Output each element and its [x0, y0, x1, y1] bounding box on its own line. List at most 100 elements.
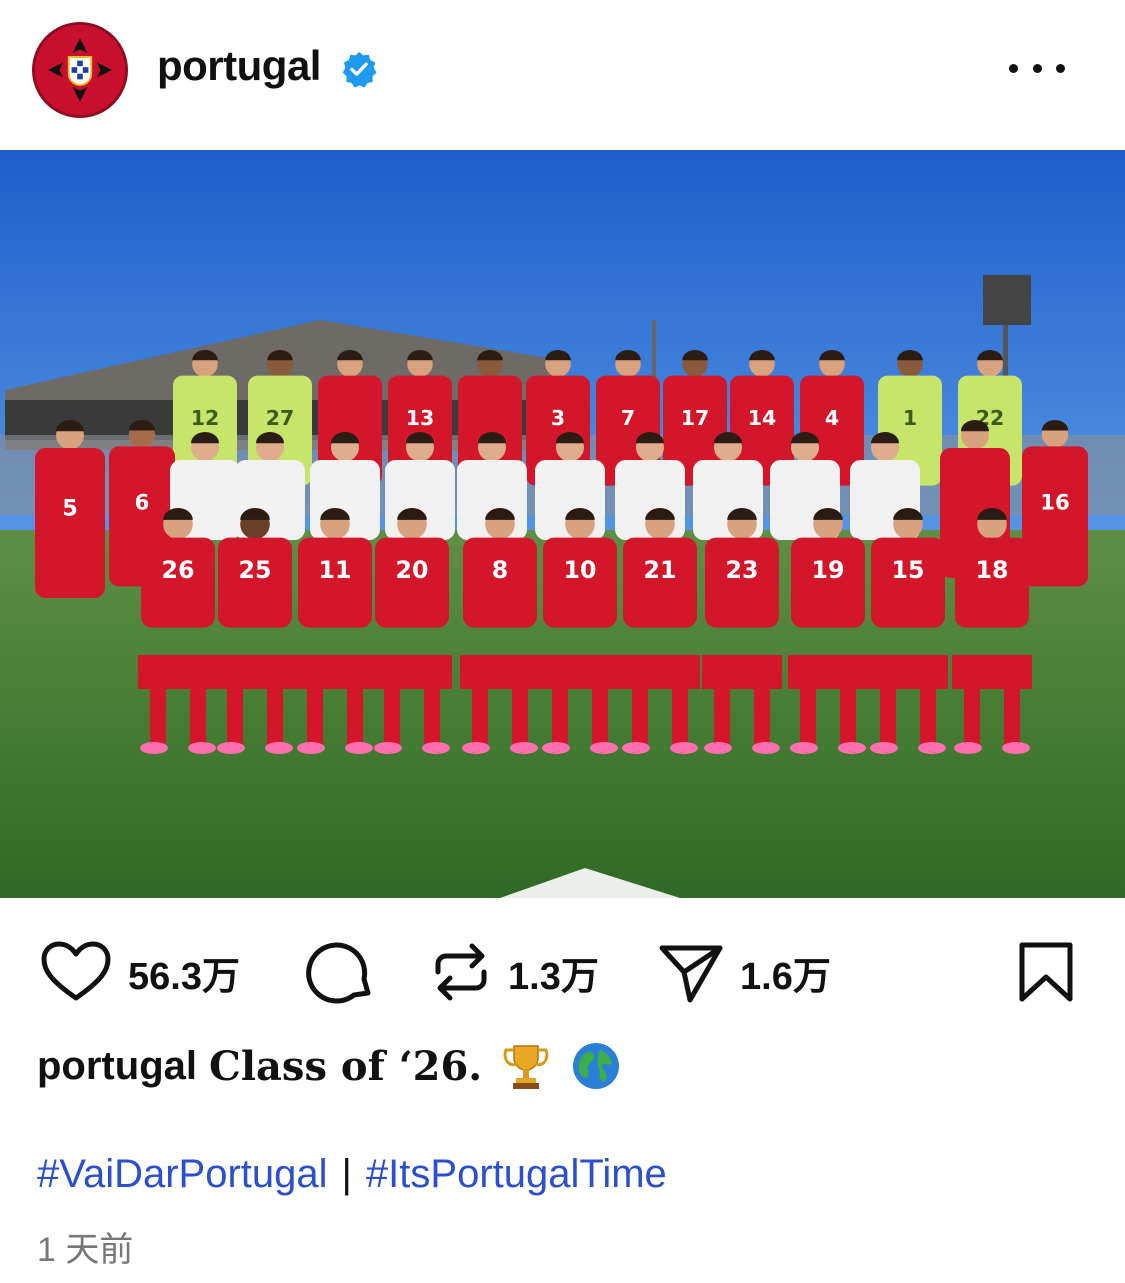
portugal-federation-crest-icon	[35, 25, 125, 115]
player-sock	[150, 670, 166, 745]
jersey-number: 21	[644, 556, 677, 584]
player-sock	[227, 670, 243, 745]
account-avatar[interactable]	[32, 22, 128, 118]
instagram-post: portugal 12 27 13 3 7 17 14 4 1 22 5 6 1…	[0, 0, 1125, 1283]
jersey-number: 13	[406, 406, 434, 430]
jersey-number: 3	[551, 406, 565, 430]
player-boot	[670, 742, 698, 754]
player-boot	[217, 742, 245, 754]
caption-text: Class of ‘26.	[208, 1042, 483, 1090]
player-sock	[472, 670, 488, 745]
player-sock	[347, 670, 363, 745]
player-sock	[632, 670, 648, 745]
player-sock	[800, 670, 816, 745]
send-icon	[659, 945, 723, 1003]
player-boot	[345, 742, 373, 754]
player-sock	[754, 670, 770, 745]
jersey-number: 1	[903, 406, 917, 430]
player-sock	[512, 670, 528, 745]
share-count: 1.6万	[740, 955, 831, 998]
verified-badge-icon	[342, 51, 377, 88]
player-sock	[880, 670, 896, 745]
team-players: 12 27 13 3 7 17 14 4 1 225 6 1626 25 11 20 8 10 21 23 19 15 1…	[35, 350, 1088, 754]
more-options-button[interactable]	[1009, 54, 1065, 82]
bookmark-icon	[1019, 942, 1073, 1002]
jersey-number: 8	[492, 556, 508, 584]
action-bar: 56.3万 1.3万 1.6万	[0, 930, 1125, 1014]
caption-username[interactable]: portugal	[37, 1044, 197, 1089]
jersey-number: 15	[892, 556, 925, 584]
jersey-number: 26	[162, 556, 195, 584]
player-shirt	[1022, 446, 1088, 587]
player-sock	[424, 670, 440, 745]
player-boot	[462, 742, 490, 754]
player-boot	[188, 742, 216, 754]
like-button[interactable]: 56.3万	[40, 930, 240, 1014]
jersey-number: 18	[976, 556, 1009, 584]
player-boot	[590, 742, 618, 754]
player-boot	[422, 742, 450, 754]
jersey-number: 25	[239, 556, 272, 584]
jersey-number: 12	[191, 406, 219, 430]
player-boot	[265, 742, 293, 754]
repost-button[interactable]: 1.3万	[430, 930, 599, 1014]
globe-icon	[573, 1043, 620, 1089]
player-sock	[552, 670, 568, 745]
player-sock	[190, 670, 206, 745]
player-sock	[714, 670, 730, 745]
post-timestamp: 1 天前	[37, 1231, 134, 1269]
post-caption: portugal Class of ‘26.	[37, 1040, 622, 1092]
jersey-number: 7	[621, 406, 635, 430]
save-button[interactable]	[1016, 930, 1076, 1014]
jersey-number: 6	[135, 489, 150, 514]
post-photo[interactable]: 12 27 13 3 7 17 14 4 1 22 5 6 16 26 25 11 20 8 10 21 23 19 15 1…	[0, 150, 1125, 898]
jersey-number: 27	[266, 406, 294, 430]
player-boot	[140, 742, 168, 754]
hashtag-separator: |	[341, 1152, 352, 1196]
like-count: 56.3万	[128, 955, 240, 998]
comment-bubble-icon	[306, 942, 371, 1004]
jersey-number: 11	[319, 556, 352, 584]
repost-icon	[435, 943, 487, 1001]
player-boot	[752, 742, 780, 754]
account-username[interactable]: portugal	[157, 42, 321, 90]
player-boot	[838, 742, 866, 754]
jersey-number: 17	[681, 406, 709, 430]
more-dot-icon	[1056, 63, 1065, 73]
player-sock	[1004, 670, 1020, 745]
jersey-number: 16	[1040, 489, 1069, 514]
player-boot	[790, 742, 818, 754]
player-boot	[622, 742, 650, 754]
player-shirt	[35, 448, 105, 598]
player-boot	[1002, 742, 1030, 754]
player-sock	[307, 670, 323, 745]
player-boot	[870, 742, 898, 754]
trophy-icon	[503, 1045, 549, 1089]
hashtag-link[interactable]: #VaiDarPortugal	[37, 1152, 328, 1197]
heart-icon	[41, 941, 111, 1001]
player-boot	[918, 742, 946, 754]
player-sock	[672, 670, 688, 745]
player-sock	[840, 670, 856, 745]
repost-count: 1.3万	[508, 955, 599, 998]
player-boot	[954, 742, 982, 754]
player-boot	[542, 742, 570, 754]
team-photo-illustration: 12 27 13 3 7 17 14 4 1 225 6 1626 25 11 20 8 10 21 23 19 15 1…	[0, 150, 1125, 898]
hashtag-link[interactable]: #ItsPortugalTime	[366, 1152, 667, 1197]
post-hashtags: #VaiDarPortugal | #ItsPortugalTime	[37, 1152, 667, 1197]
player-sock	[920, 670, 936, 745]
jersey-number: 4	[825, 406, 839, 430]
player-sock	[267, 670, 283, 745]
share-button[interactable]: 1.6万	[658, 930, 831, 1014]
player-boot	[297, 742, 325, 754]
player-boot	[704, 742, 732, 754]
player-sock	[964, 670, 980, 745]
more-dot-icon	[1032, 63, 1042, 73]
player-boot	[374, 742, 402, 754]
jersey-number: 5	[62, 496, 78, 522]
comment-button[interactable]	[306, 930, 376, 1014]
post-header: portugal	[0, 0, 1125, 150]
player-boot	[510, 742, 538, 754]
jersey-number: 10	[564, 556, 597, 584]
jersey-number: 20	[396, 556, 429, 584]
